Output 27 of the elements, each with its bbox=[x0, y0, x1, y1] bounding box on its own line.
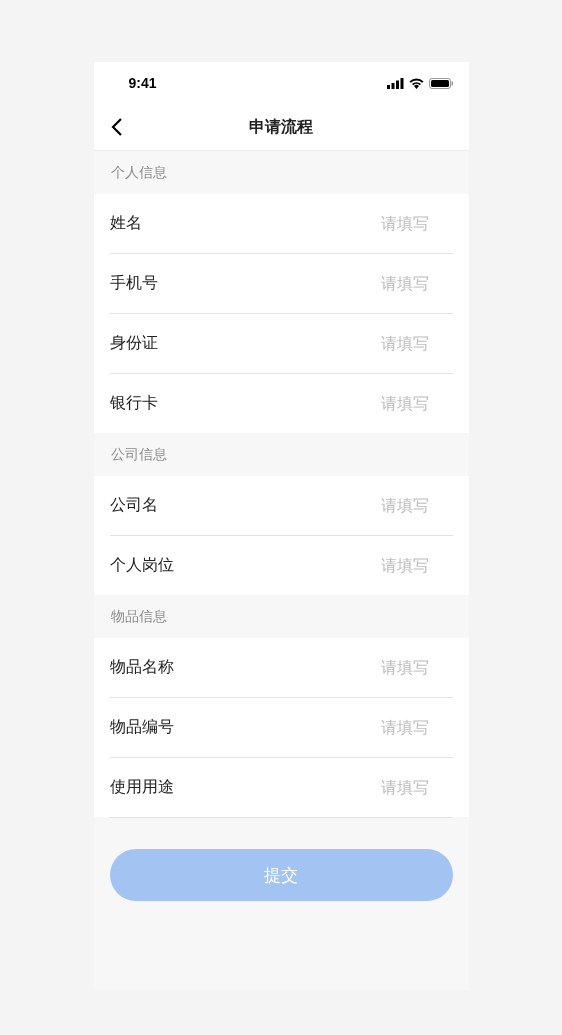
field-label: 公司名 bbox=[109, 495, 158, 516]
page-title: 申请流程 bbox=[249, 116, 313, 138]
field-label: 物品名称 bbox=[109, 657, 174, 678]
field-label: 姓名 bbox=[109, 213, 142, 234]
input-field[interactable]: 请填写 bbox=[308, 778, 453, 797]
back-icon bbox=[110, 117, 123, 137]
input-field[interactable]: 请填写 bbox=[308, 214, 453, 233]
status-time: 9:41 bbox=[128, 75, 157, 91]
field-label: 使用用途 bbox=[109, 777, 174, 798]
input-field[interactable]: 请填写 bbox=[308, 496, 453, 515]
section-title: 公司信息 bbox=[109, 444, 168, 464]
field-label: 物品编号 bbox=[109, 717, 174, 738]
input-field[interactable]: 请填写 bbox=[308, 334, 453, 353]
section-title: 物品信息 bbox=[109, 606, 168, 626]
input-field[interactable]: 请填写 bbox=[308, 394, 453, 413]
input-field[interactable]: 请填写 bbox=[308, 274, 453, 293]
input-field[interactable]: 请填写 bbox=[308, 556, 453, 575]
input-field[interactable]: 请填写 bbox=[308, 658, 453, 677]
section-title: 个人信息 bbox=[109, 162, 168, 182]
input-field[interactable]: 请填写 bbox=[308, 718, 453, 737]
wifi-icon bbox=[408, 77, 424, 89]
field-label: 个人岗位 bbox=[109, 555, 174, 576]
field-label: 银行卡 bbox=[109, 393, 158, 414]
field-label: 身份证 bbox=[109, 333, 158, 354]
field-label: 手机号 bbox=[109, 273, 158, 294]
battery-icon bbox=[428, 77, 453, 89]
signal-icon bbox=[386, 77, 404, 89]
